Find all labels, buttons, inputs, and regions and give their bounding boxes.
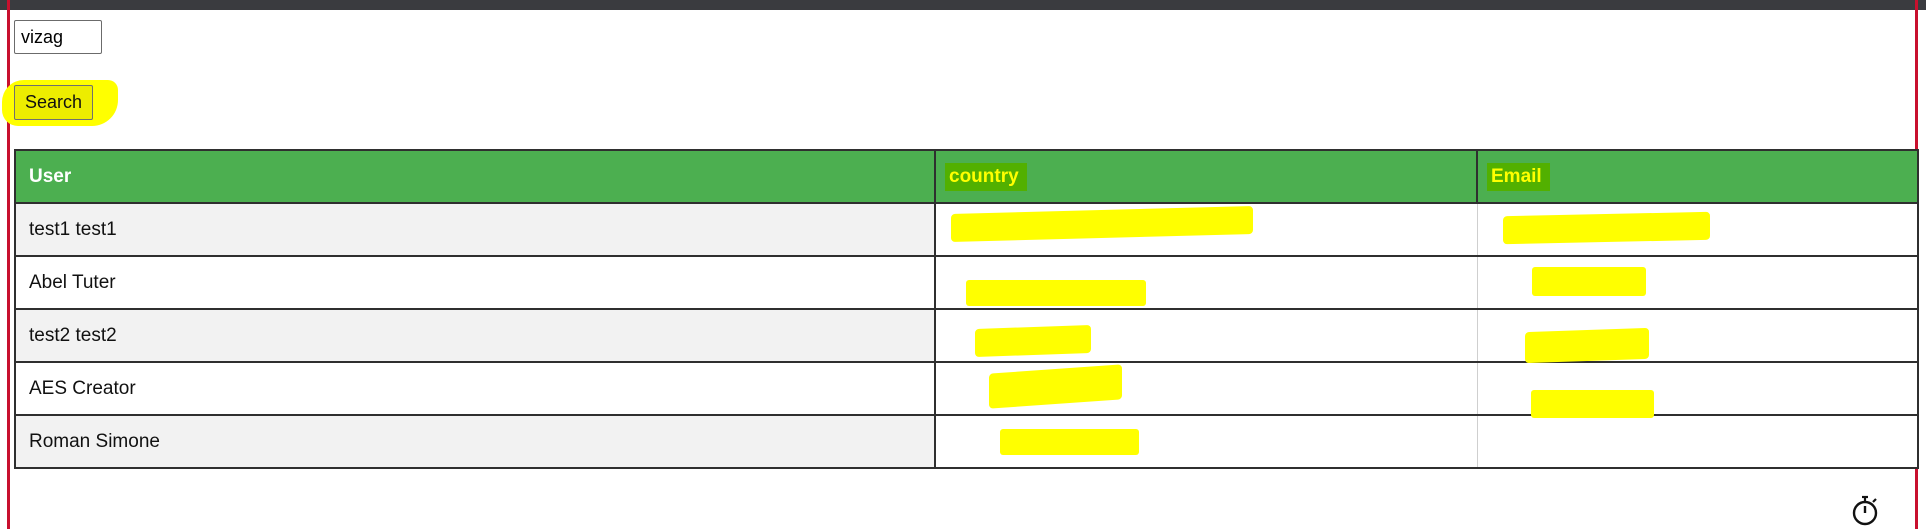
results-table: User country Email test1 test1 Abel Tute… <box>14 149 1919 469</box>
user-cell: AES Creator <box>15 361 936 415</box>
user-cell: Abel Tuter <box>15 255 936 309</box>
top-bar <box>0 0 1926 10</box>
search-input[interactable] <box>14 20 102 54</box>
user-cell: test1 test1 <box>15 202 936 256</box>
email-redaction <box>1503 211 1710 245</box>
column-header-country[interactable]: country <box>934 150 1477 203</box>
email-redaction <box>1532 267 1646 296</box>
column-header-email-label: Email <box>1487 162 1550 191</box>
table-header-row: User country Email <box>15 150 1918 203</box>
column-header-country-label: country <box>945 162 1027 191</box>
results-table-container: User country Email test1 test1 Abel Tute… <box>14 149 1919 472</box>
country-redaction <box>966 280 1146 306</box>
email-redaction <box>1525 327 1649 364</box>
country-redaction <box>975 324 1091 358</box>
stopwatch-icon[interactable] <box>1850 495 1880 527</box>
table-row[interactable]: Roman Simone <box>15 414 1918 468</box>
email-cell <box>1476 414 1918 468</box>
red-frame-left <box>7 0 10 529</box>
user-cell: test2 test2 <box>15 308 936 362</box>
column-header-user-label: User <box>29 165 72 187</box>
user-cell: Roman Simone <box>15 414 936 468</box>
email-redaction <box>1531 390 1654 418</box>
column-header-user[interactable]: User <box>15 150 935 203</box>
search-button[interactable]: Search <box>14 85 93 120</box>
column-header-email[interactable]: Email <box>1476 150 1918 203</box>
country-redaction <box>1000 429 1139 455</box>
